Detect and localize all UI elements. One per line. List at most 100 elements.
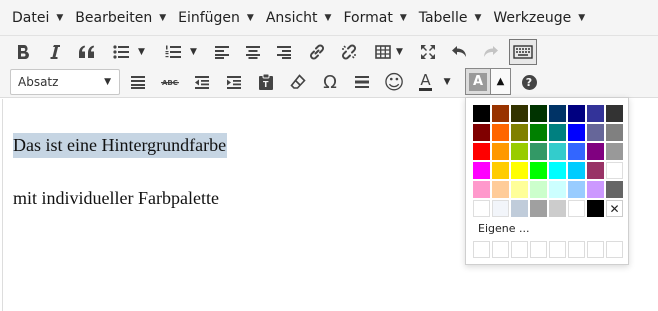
custom-color-slot[interactable]: [530, 241, 547, 258]
color-swatch[interactable]: [587, 162, 604, 179]
help-button[interactable]: ?: [518, 69, 540, 95]
help-icon: ?: [521, 74, 537, 90]
insert-link-button[interactable]: [305, 39, 329, 65]
color-swatch[interactable]: [473, 143, 490, 160]
color-swatch[interactable]: [549, 105, 566, 122]
color-swatch[interactable]: [530, 124, 547, 141]
menu-einfuegen[interactable]: Einfügen ▼: [178, 0, 254, 36]
color-swatch[interactable]: [549, 181, 566, 198]
color-swatch[interactable]: [549, 143, 566, 160]
color-swatch[interactable]: [568, 124, 585, 141]
color-swatch[interactable]: [473, 105, 490, 122]
justify-button[interactable]: [126, 69, 150, 95]
outdent-button[interactable]: [190, 69, 214, 95]
redo-icon: [484, 46, 498, 57]
table-button[interactable]: ▼: [370, 39, 408, 65]
emoticons-button[interactable]: ☺: [382, 69, 406, 95]
color-swatch[interactable]: [473, 181, 490, 198]
menu-tabelle[interactable]: Tabelle ▼: [419, 0, 482, 36]
align-center-icon: [246, 46, 260, 59]
color-swatch[interactable]: [511, 181, 528, 198]
color-swatch[interactable]: [511, 143, 528, 160]
horizontal-line-button[interactable]: [350, 69, 374, 95]
color-swatch[interactable]: [492, 124, 509, 141]
color-swatch[interactable]: [549, 200, 566, 217]
color-swatch[interactable]: [530, 143, 547, 160]
color-swatch[interactable]: [568, 105, 585, 122]
color-swatch[interactable]: [549, 162, 566, 179]
custom-color-slot[interactable]: [511, 241, 528, 258]
menu-ansicht[interactable]: Ansicht ▼: [266, 0, 332, 36]
redo-button[interactable]: [478, 39, 502, 65]
custom-color-slot[interactable]: [606, 241, 623, 258]
paragraph: Das ist eine Hintergrundfarbe: [13, 133, 228, 158]
blockquote-button[interactable]: [76, 39, 98, 65]
color-swatch[interactable]: [606, 181, 623, 198]
color-swatch[interactable]: [473, 124, 490, 141]
color-swatch[interactable]: [568, 200, 585, 217]
strikethrough-button[interactable]: ABC: [158, 69, 182, 95]
color-swatch[interactable]: [587, 105, 604, 122]
color-swatch[interactable]: [530, 200, 547, 217]
color-swatch[interactable]: [587, 143, 604, 160]
color-swatch[interactable]: [587, 124, 604, 141]
custom-color-slot[interactable]: [587, 241, 604, 258]
color-swatch[interactable]: [568, 181, 585, 198]
color-swatch[interactable]: [511, 200, 528, 217]
remove-link-button[interactable]: [337, 39, 361, 65]
text-color-button[interactable]: A ▼: [412, 69, 458, 95]
undo-button[interactable]: [448, 39, 472, 65]
color-swatch-grid: ✕: [472, 104, 624, 218]
color-swatch[interactable]: [492, 105, 509, 122]
color-swatch[interactable]: [530, 105, 547, 122]
color-swatch[interactable]: [511, 124, 528, 141]
color-swatch[interactable]: [587, 200, 604, 217]
color-swatch[interactable]: [473, 200, 490, 217]
toolbar-toggle-button[interactable]: [509, 39, 537, 65]
background-color-button[interactable]: A: [465, 68, 491, 95]
custom-color-slot[interactable]: [549, 241, 566, 258]
color-swatch[interactable]: [568, 143, 585, 160]
menu-bearbeiten[interactable]: Bearbeiten ▼: [75, 0, 166, 36]
menu-werkzeuge[interactable]: Werkzeuge ▼: [493, 0, 585, 36]
color-swatch[interactable]: [606, 105, 623, 122]
color-swatch[interactable]: [606, 143, 623, 160]
custom-colors-button[interactable]: Eigene ...: [478, 222, 529, 235]
color-swatch[interactable]: [473, 162, 490, 179]
indent-button[interactable]: [222, 69, 246, 95]
align-center-button[interactable]: [241, 39, 265, 65]
numbered-list-button[interactable]: ▼: [160, 39, 202, 65]
italic-button[interactable]: [44, 39, 66, 65]
paste-as-text-button[interactable]: T: [254, 69, 278, 95]
color-swatch[interactable]: [530, 162, 547, 179]
color-swatch[interactable]: [606, 124, 623, 141]
background-color-dropdown[interactable]: ▲: [491, 68, 511, 95]
menu-datei[interactable]: Datei ▼: [12, 0, 63, 36]
bold-button[interactable]: [12, 39, 34, 65]
caret-down-icon: ▼: [396, 47, 403, 57]
bullet-list-button[interactable]: ▼: [108, 39, 150, 65]
color-swatch[interactable]: [492, 162, 509, 179]
remove-color-button[interactable]: ✕: [606, 200, 623, 217]
format-select[interactable]: Absatz ▼: [10, 69, 120, 95]
custom-color-slot[interactable]: [473, 241, 490, 258]
color-swatch[interactable]: [492, 143, 509, 160]
clear-formatting-button[interactable]: [286, 69, 310, 95]
fullscreen-button[interactable]: [416, 39, 440, 65]
custom-color-slot[interactable]: [492, 241, 509, 258]
custom-color-slot[interactable]: [568, 241, 585, 258]
smiley-icon: ☺: [383, 70, 405, 94]
color-swatch[interactable]: [549, 124, 566, 141]
menu-format[interactable]: Format ▼: [343, 0, 406, 36]
color-swatch[interactable]: [568, 162, 585, 179]
color-swatch[interactable]: [530, 181, 547, 198]
color-swatch[interactable]: [587, 181, 604, 198]
color-swatch[interactable]: [606, 162, 623, 179]
align-right-button[interactable]: [272, 39, 296, 65]
special-character-button[interactable]: Ω: [318, 69, 342, 95]
color-swatch[interactable]: [511, 105, 528, 122]
align-left-button[interactable]: [210, 39, 234, 65]
color-swatch[interactable]: [492, 181, 509, 198]
color-swatch[interactable]: [492, 200, 509, 217]
color-swatch[interactable]: [511, 162, 528, 179]
